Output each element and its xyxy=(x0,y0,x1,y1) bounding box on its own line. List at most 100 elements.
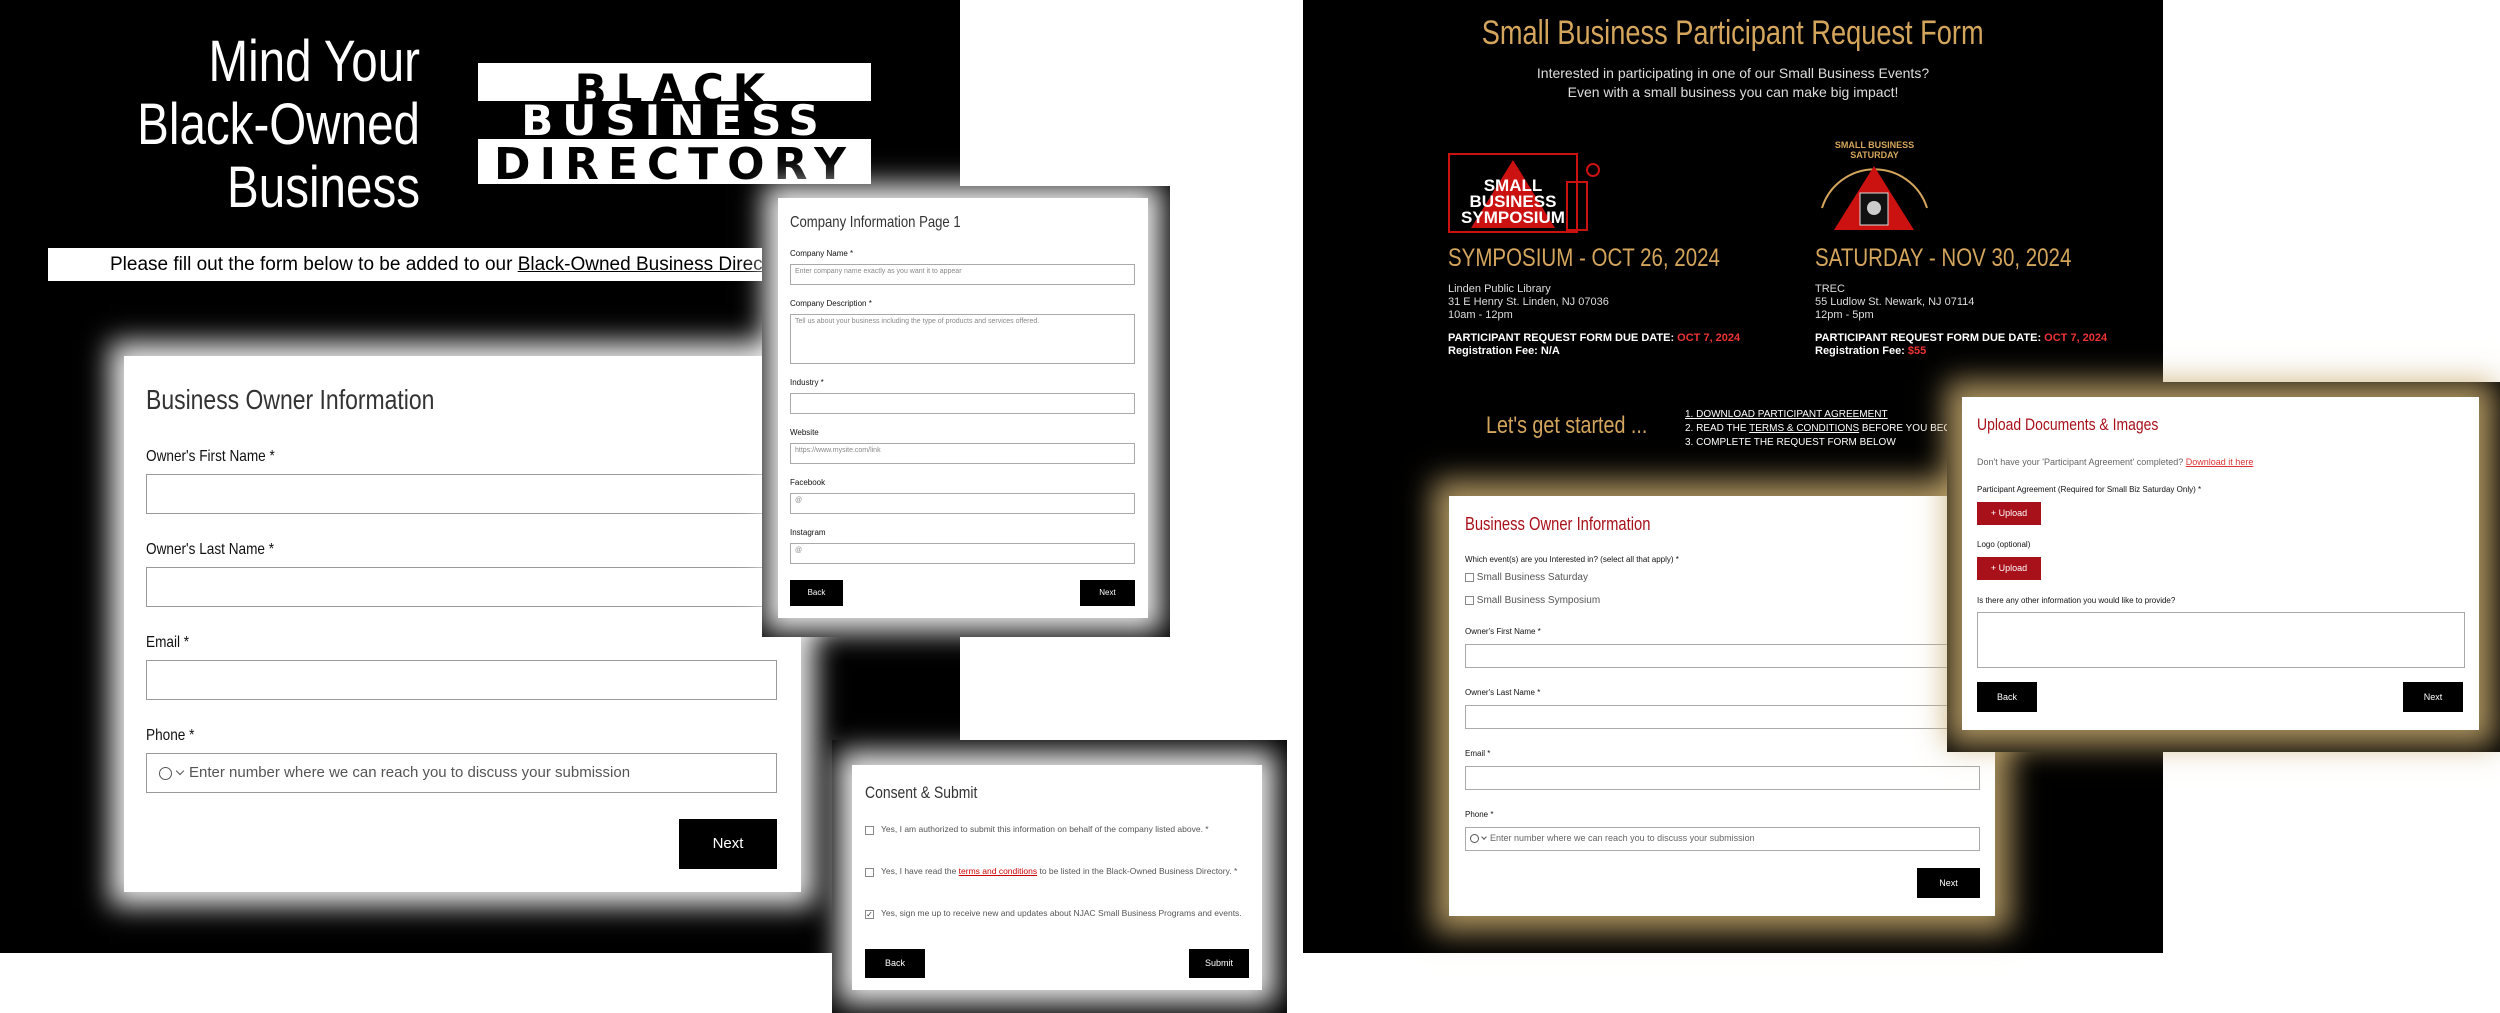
get-started-steps: 1. DOWNLOAD PARTICIPANT AGREEMENT 2. REA… xyxy=(1685,408,1961,450)
company-information-card: Company Information Page 1 Company Name … xyxy=(778,198,1148,618)
due-label: PARTICIPANT REQUEST FORM DUE DATE: xyxy=(1448,332,1678,344)
card-title: Upload Documents & Images xyxy=(1977,415,2159,434)
next-button[interactable]: Next xyxy=(1917,868,1980,898)
phone-input[interactable]: Enter number where we can reach you to d… xyxy=(146,753,777,793)
consent-text: Yes, sign me up to receive new and updat… xyxy=(881,908,1242,918)
first-name-input[interactable] xyxy=(1465,644,1995,668)
back-button[interactable]: Back xyxy=(1977,682,2037,712)
saturday-event-info: SATURDAY - NOV 30, 2024 TREC 55 Ludlow S… xyxy=(1815,244,2155,358)
event-venue: Linden Public Library xyxy=(1448,283,1551,295)
agreement-note: Don't have your 'Participant Agreement' … xyxy=(1977,457,2253,467)
logo-line-business: BUSINESS xyxy=(478,100,871,142)
get-started-text: Let's get started ... xyxy=(1486,412,1648,439)
event-heading: SATURDAY - NOV 30, 2024 xyxy=(1815,244,2072,272)
company-name-input[interactable]: Enter company name exactly as you want i… xyxy=(790,264,1135,285)
participant-owner-card: Business Owner Information Which event(s… xyxy=(1449,496,1995,916)
upload-documents-card: Upload Documents & Images Don't have you… xyxy=(1962,397,2479,730)
subtitle-line-1: Interested in participating in one of ou… xyxy=(1536,65,1930,81)
title-line-2: Black-Owned xyxy=(137,92,420,157)
logo-label: Logo (optional) xyxy=(1977,540,2031,549)
industry-input[interactable] xyxy=(790,393,1135,414)
checkbox[interactable] xyxy=(1465,572,1474,582)
checkbox[interactable] xyxy=(865,868,874,877)
logo-line-directory: DIRECTORY xyxy=(494,139,855,190)
page-subtitle: Interested in participating in one of ou… xyxy=(1303,64,2163,102)
first-name-label: Owner's First Name * xyxy=(146,448,275,465)
phone-label: Phone * xyxy=(1465,810,1494,819)
first-name-input[interactable] xyxy=(146,474,801,514)
upload-agreement-button[interactable]: + Upload xyxy=(1977,502,2041,525)
step-download-agreement[interactable]: 1. DOWNLOAD PARTICIPANT AGREEMENT xyxy=(1685,408,1961,422)
directory-link[interactable]: Black-Owned Business Directory xyxy=(518,254,795,275)
small-business-saturday-logo: SMALL BUSINESS SATURDAY xyxy=(1812,138,1937,238)
title-line-1: Mind Your xyxy=(208,29,420,94)
mind-your-business-title: Mind Your Black-Owned Business xyxy=(0,30,420,219)
fee-value: $55 xyxy=(1907,345,1927,357)
next-button[interactable]: Next xyxy=(1080,580,1135,606)
saturday-logo-text: SMALL BUSINESS SATURDAY xyxy=(1834,140,1915,160)
next-button[interactable]: Next xyxy=(679,819,777,869)
event-time: 10am - 12pm xyxy=(1448,309,1513,321)
email-label: Email * xyxy=(1465,749,1491,758)
facebook-label: Facebook xyxy=(790,478,826,487)
company-description-label: Company Description * xyxy=(790,299,872,308)
title-line-3: Business xyxy=(227,155,420,220)
option-symposium[interactable]: Small Business Symposium xyxy=(1465,595,1600,606)
first-name-label: Owner's First Name * xyxy=(1465,627,1541,636)
instagram-input[interactable]: @ xyxy=(790,543,1135,564)
option-saturday[interactable]: Small Business Saturday xyxy=(1465,572,1588,583)
globe-icon xyxy=(1470,834,1479,844)
email-label: Email * xyxy=(146,634,190,651)
company-description-input[interactable]: Tell us about your business including th… xyxy=(790,314,1135,364)
phone-placeholder: Enter number where we can reach you to d… xyxy=(189,764,631,781)
consent-terms[interactable]: Yes, I have read the terms and condition… xyxy=(865,865,1245,878)
terms-link[interactable]: TERMS & CONDITIONS xyxy=(1749,423,1859,434)
consent-newsletter[interactable]: ✓ Yes, sign me up to receive new and upd… xyxy=(865,907,1245,920)
event-address: 55 Ludlow St. Newark, NJ 07114 xyxy=(1815,296,1975,308)
checkbox[interactable] xyxy=(1465,595,1474,605)
agreement-label: Participant Agreement (Required for Smal… xyxy=(1977,485,2202,494)
step-text: 2. READ THE xyxy=(1685,423,1750,434)
industry-label: Industry * xyxy=(790,378,824,387)
checkbox-checked[interactable]: ✓ xyxy=(865,910,874,919)
events-label: Which event(s) are you Interested in? (s… xyxy=(1465,555,1679,564)
step-complete-form: 3. COMPLETE THE REQUEST FORM BELOW xyxy=(1685,437,1896,448)
phone-label: Phone * xyxy=(146,727,195,744)
back-button[interactable]: Back xyxy=(790,580,843,606)
checkbox[interactable] xyxy=(865,826,874,835)
event-venue: TREC xyxy=(1815,283,1845,295)
consent-text: to be listed in the Black-Owned Business… xyxy=(1037,866,1238,876)
phone-input[interactable]: Enter number where we can reach you to d… xyxy=(1465,827,1980,851)
get-started-heading: Let's get started ... xyxy=(1486,412,1683,440)
terms-link[interactable]: terms and conditions xyxy=(959,866,1037,876)
last-name-input[interactable] xyxy=(1465,705,1995,729)
due-label: PARTICIPANT REQUEST FORM DUE DATE: xyxy=(1815,332,2045,344)
email-input[interactable] xyxy=(146,660,777,700)
card-title: Business Owner Information xyxy=(146,384,435,415)
consent-submit-card: Consent & Submit Yes, I am authorized to… xyxy=(852,765,1262,990)
note-text: Don't have your 'Participant Agreement' … xyxy=(1977,457,2186,467)
consent-authorized[interactable]: Yes, I am authorized to submit this info… xyxy=(865,823,1245,836)
website-input[interactable]: https://www.mysite.com/link xyxy=(790,443,1135,464)
facebook-input[interactable]: @ xyxy=(790,493,1135,514)
website-label: Website xyxy=(790,428,819,437)
email-input[interactable] xyxy=(1465,766,1980,790)
last-name-label: Owner's Last Name * xyxy=(146,541,275,558)
submit-button[interactable]: Submit xyxy=(1189,949,1249,978)
page-title-text: Small Business Participant Request Form xyxy=(1482,14,1984,52)
phone-placeholder: Enter number where we can reach you to d… xyxy=(1490,833,1755,843)
black-business-directory-logo: BLACK BUSINESS DIRECTORY xyxy=(478,63,871,190)
card-title: Business Owner Information xyxy=(1465,514,1651,534)
instagram-label: Instagram xyxy=(790,528,826,537)
upload-logo-button[interactable]: + Upload xyxy=(1977,557,2041,580)
other-info-textarea[interactable] xyxy=(1977,612,2465,668)
back-button[interactable]: Back xyxy=(865,949,925,978)
chevron-down-icon[interactable] xyxy=(175,766,185,776)
due-date: OCT 7, 2024 xyxy=(1677,332,1741,344)
next-button[interactable]: Next xyxy=(2403,682,2463,712)
download-link[interactable]: Download it here xyxy=(2186,457,2254,467)
option-label: Small Business Symposium xyxy=(1476,595,1601,606)
chevron-down-icon[interactable] xyxy=(1481,834,1487,840)
last-name-input[interactable] xyxy=(146,567,801,607)
card-title: Consent & Submit xyxy=(865,783,978,802)
